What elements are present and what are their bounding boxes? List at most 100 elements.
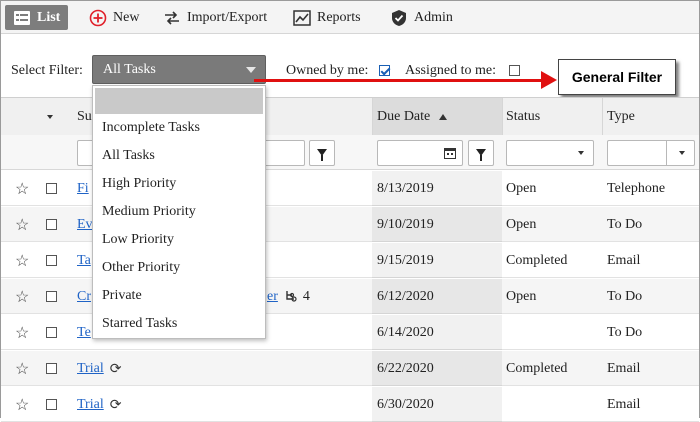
chart-icon <box>293 9 311 27</box>
star-icon[interactable]: ☆ <box>15 315 29 350</box>
caret-down-icon <box>578 151 584 155</box>
new-label: New <box>113 9 140 25</box>
owned-by-me-checkbox[interactable] <box>379 65 390 76</box>
status-cell: Completed <box>506 252 568 268</box>
due-date-cell: 8/13/2019 <box>377 180 434 196</box>
admin-label: Admin <box>414 9 453 25</box>
funnel-icon <box>476 148 486 161</box>
star-icon[interactable]: ☆ <box>15 351 29 386</box>
row-checkbox[interactable] <box>46 327 57 338</box>
subject-link-tail[interactable]: er <box>267 289 278 305</box>
subject-link[interactable]: Ta <box>77 253 91 269</box>
due-date-filter-button[interactable] <box>468 140 494 166</box>
type-cell: Email <box>607 396 641 412</box>
filter-select[interactable]: All Tasks <box>92 55 266 84</box>
status-cell: Open <box>506 216 537 232</box>
row-checkbox[interactable] <box>46 363 57 374</box>
due-date-cell: 6/14/2020 <box>377 324 434 340</box>
due-date-cell: 9/15/2019 <box>377 252 434 268</box>
type-cell: Email <box>607 360 641 376</box>
list-label: List <box>37 9 61 25</box>
due-date-cell: 6/22/2020 <box>377 360 434 376</box>
type-cell: Telephone <box>607 180 666 196</box>
dropdown-option-high-priority[interactable]: High Priority <box>102 176 176 192</box>
type-cell: To Do <box>607 216 643 232</box>
assigned-to-me-checkbox[interactable] <box>509 65 520 76</box>
status-column-header[interactable]: Status <box>506 98 540 135</box>
assigned-to-me-label: Assigned to me: <box>405 63 496 78</box>
star-icon[interactable]: ☆ <box>15 171 29 206</box>
star-icon[interactable]: ☆ <box>15 279 29 314</box>
toolbar: List New Import/Export Reports Admin <box>1 1 699 34</box>
general-filter-callout: General Filter <box>558 59 676 95</box>
subject-link[interactable]: Te <box>77 325 91 341</box>
caret-down-icon <box>679 151 685 155</box>
shield-check-icon <box>390 9 408 27</box>
swap-arrows-icon <box>163 9 181 27</box>
recurring-icon: ⟳ <box>109 396 122 413</box>
sub-task-icon <box>286 290 297 302</box>
subject-column-header[interactable]: Su <box>77 98 92 135</box>
row-checkbox[interactable] <box>46 255 57 266</box>
dropdown-option-incomplete-tasks[interactable]: Incomplete Tasks <box>102 120 200 136</box>
owned-by-me-label: Owned by me: <box>286 63 369 78</box>
status-filter-select[interactable] <box>506 140 594 166</box>
due-date-cell: 6/12/2020 <box>377 288 434 304</box>
row-checkbox[interactable] <box>46 291 57 302</box>
dropdown-option-low-priority[interactable]: Low Priority <box>102 232 174 248</box>
select-all-menu[interactable] <box>47 98 57 135</box>
type-filter-select[interactable] <box>607 140 695 166</box>
type-cell: To Do <box>607 324 643 340</box>
chevron-down-icon <box>246 67 256 73</box>
sort-ascending-icon <box>439 113 448 120</box>
caret-down-icon <box>47 114 53 119</box>
type-cell: To Do <box>607 288 643 304</box>
subject-link[interactable]: Trial <box>77 361 104 377</box>
row-checkbox[interactable] <box>46 219 57 230</box>
subject-link[interactable]: Cr <box>77 289 91 305</box>
dropdown-option-private[interactable]: Private <box>102 288 142 304</box>
list-button[interactable]: List <box>5 5 69 30</box>
filter-dropdown-list: Incomplete Tasks All Tasks High Priority… <box>92 85 266 339</box>
dropdown-option-blank[interactable] <box>95 88 263 114</box>
dropdown-option-starred-tasks[interactable]: Starred Tasks <box>102 316 177 332</box>
star-icon[interactable]: ☆ <box>15 243 29 278</box>
calendar-icon[interactable] <box>444 147 456 159</box>
reports-button[interactable]: Reports <box>293 6 361 29</box>
star-icon[interactable]: ☆ <box>15 207 29 242</box>
due-date-header-label: Due Date <box>377 108 431 124</box>
import-export-button[interactable]: Import/Export <box>163 6 267 29</box>
dropdown-option-all-tasks[interactable]: All Tasks <box>102 148 155 164</box>
table-row[interactable]: ☆ Trial ⟳ 6/22/2020 Completed Email <box>1 351 699 386</box>
status-cell: Open <box>506 288 537 304</box>
due-date-column-header[interactable]: Due Date <box>373 98 502 135</box>
new-button[interactable]: New <box>89 6 139 29</box>
row-checkbox[interactable] <box>46 183 57 194</box>
row-checkbox[interactable] <box>46 399 57 410</box>
list-icon <box>13 9 31 27</box>
type-cell: Email <box>607 252 641 268</box>
type-column-header[interactable]: Type <box>607 98 635 135</box>
status-cell: Open <box>506 180 537 196</box>
admin-button[interactable]: Admin <box>390 6 453 29</box>
subject-link[interactable]: Ev <box>77 217 93 233</box>
subject-filter-button[interactable] <box>309 140 335 166</box>
subject-link[interactable]: Trial <box>77 397 104 413</box>
sub-task-count: 4 <box>302 288 310 304</box>
dropdown-option-medium-priority[interactable]: Medium Priority <box>102 204 196 220</box>
add-circle-icon <box>89 9 107 27</box>
callout-arrow-line <box>254 79 544 82</box>
star-icon[interactable]: ☆ <box>15 387 29 422</box>
import-export-label: Import/Export <box>187 9 268 25</box>
filter-select-value: All Tasks <box>103 62 156 77</box>
funnel-icon <box>317 148 327 161</box>
status-cell: Completed <box>506 360 568 376</box>
due-date-cell: 6/30/2020 <box>377 396 434 412</box>
subject-link[interactable]: Fi <box>77 181 89 197</box>
due-date-filter-input[interactable] <box>377 140 463 166</box>
due-date-cell: 9/10/2019 <box>377 216 434 232</box>
reports-label: Reports <box>317 9 361 25</box>
dropdown-option-other-priority[interactable]: Other Priority <box>102 260 180 276</box>
select-filter-label: Select Filter: <box>11 63 83 78</box>
table-row[interactable]: ☆ Trial ⟳ 6/30/2020 Email <box>1 387 699 422</box>
